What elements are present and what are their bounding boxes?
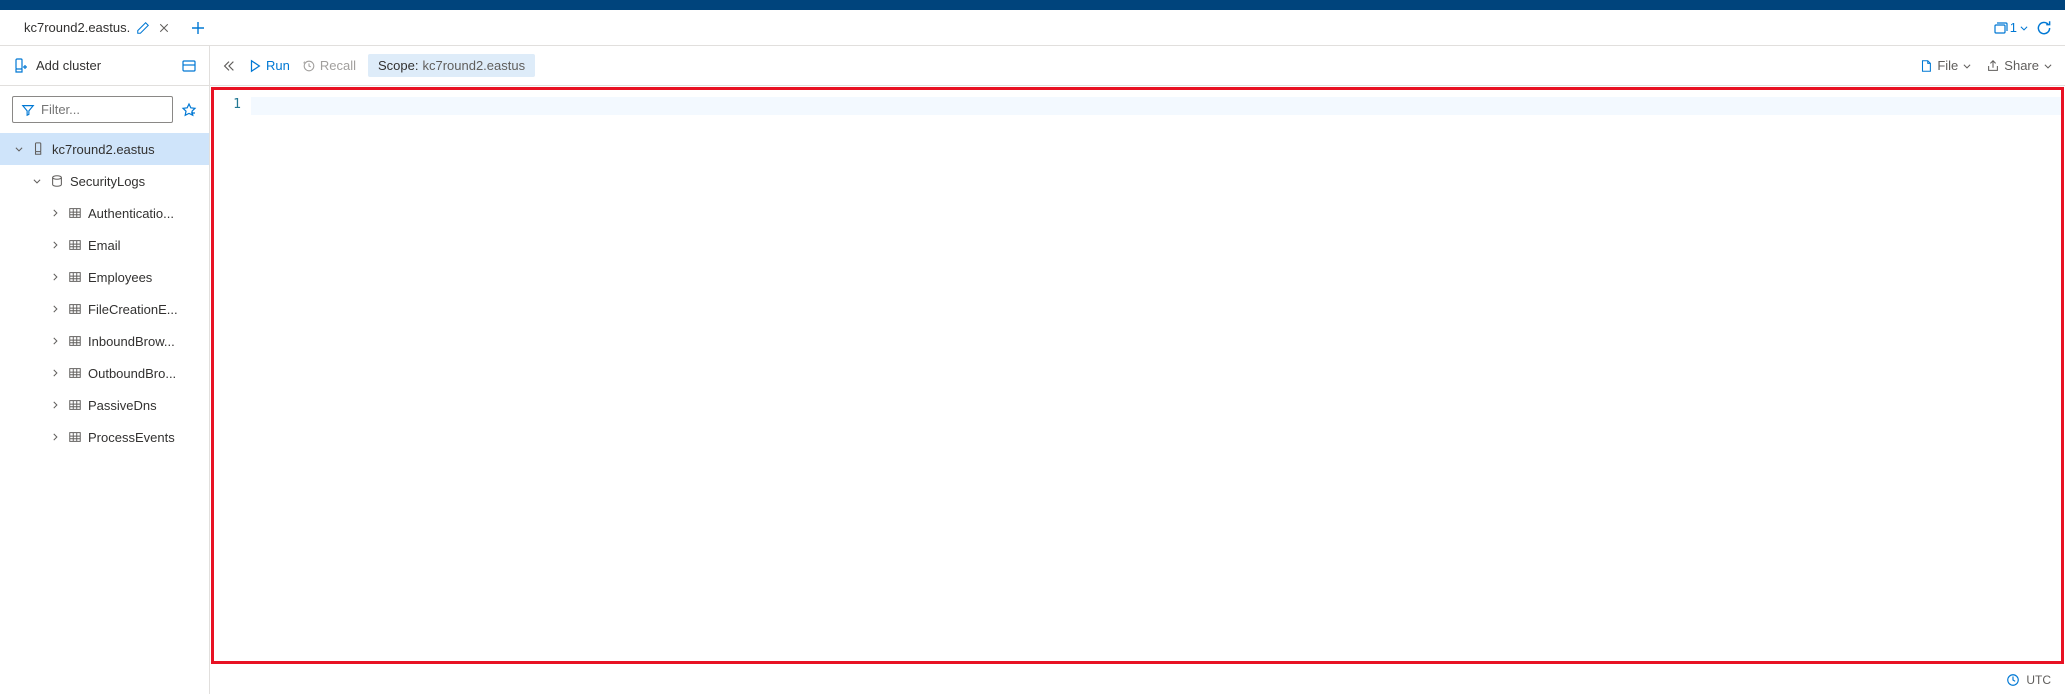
cluster-add-icon [12,58,28,74]
file-menu-button[interactable]: File [1919,58,1972,73]
filter-icon [21,103,35,117]
app-banner [0,0,2065,10]
database-icon [50,174,64,188]
tree-cluster-node[interactable]: kc7round2.eastus [0,133,209,165]
recall-button: Recall [302,58,356,73]
tabs-count-button[interactable]: 1 [1992,20,2029,36]
collapse-left-icon[interactable] [222,59,236,73]
query-toolbar: Run Recall Scope: kc7round2.eastus File … [210,46,2065,86]
tabs-count-label: 1 [2010,20,2017,35]
editor-wrap: 1 UTC [210,86,2065,694]
refresh-icon[interactable] [2035,19,2053,37]
sidebar: Add cluster kc7round2.eastus [0,46,210,694]
table-icon [68,366,82,380]
table-icon [68,334,82,348]
chevron-right-icon [48,272,62,282]
recall-icon [302,59,316,73]
favorite-icon[interactable] [181,102,197,118]
table-icon [68,270,82,284]
chevron-right-icon [48,400,62,410]
tree-node-label: SecurityLogs [70,174,145,189]
toolbar-right: File Share [1919,58,2053,73]
line-number: 1 [211,97,241,112]
tabs-icon [1992,20,2008,36]
chevron-down-icon [2019,23,2029,33]
run-button[interactable]: Run [248,58,290,73]
add-cluster-button[interactable]: Add cluster [12,58,173,74]
tree-node-label: OutboundBro... [88,366,176,381]
tree-node-label: FileCreationE... [88,302,178,317]
query-tab[interactable]: kc7round2.eastus. [16,10,180,45]
tree-table-node[interactable]: ProcessEvents [0,421,209,453]
tree-table-node[interactable]: OutboundBro... [0,357,209,389]
editor-gutter: 1 [211,87,251,664]
tree-table-node[interactable]: Authenticatio... [0,197,209,229]
content-area: Run Recall Scope: kc7round2.eastus File … [210,46,2065,694]
table-icon [68,238,82,252]
clock-icon [2006,673,2020,687]
chevron-right-icon [48,336,62,346]
cluster-icon [32,142,46,156]
tree-node-label: InboundBrow... [88,334,175,349]
tree-node-label: kc7round2.eastus [52,142,155,157]
connection-tree: kc7round2.eastus SecurityLogs Authentica… [0,133,209,694]
tab-bar-right: 1 [1992,19,2065,37]
timezone-label[interactable]: UTC [2026,673,2051,687]
scope-value: kc7round2.eastus [422,58,525,73]
play-icon [248,59,262,73]
close-icon[interactable] [156,20,172,36]
run-label: Run [266,58,290,73]
tree-table-node[interactable]: Email [0,229,209,261]
tree-table-node[interactable]: PassiveDns [0,389,209,421]
scope-selector[interactable]: Scope: kc7round2.eastus [368,54,535,77]
chevron-right-icon [48,432,62,442]
statusbar: UTC [1992,666,2065,694]
filter-text-field[interactable] [41,102,164,117]
chevron-down-icon [1962,61,1972,71]
panel-collapse-icon[interactable] [181,58,197,74]
chevron-down-icon [12,144,26,154]
new-tab-button[interactable] [184,14,212,42]
chevron-right-icon [48,208,62,218]
filter-row [0,86,209,133]
pencil-icon[interactable] [136,21,150,35]
tree-node-label: ProcessEvents [88,430,175,445]
table-icon [68,302,82,316]
chevron-right-icon [48,304,62,314]
filter-input[interactable] [12,96,173,123]
chevron-right-icon [48,368,62,378]
query-editor[interactable]: 1 [211,87,2064,664]
tree-database-node[interactable]: SecurityLogs [0,165,209,197]
tree-node-label: PassiveDns [88,398,157,413]
tree-table-node[interactable]: FileCreationE... [0,293,209,325]
tab-title: kc7round2.eastus. [24,20,130,35]
editor-line[interactable] [251,97,2064,115]
share-icon [1986,59,2000,73]
tab-bar: kc7round2.eastus. 1 [0,10,2065,46]
recall-label: Recall [320,58,356,73]
tree-node-label: Email [88,238,121,253]
tree-node-label: Authenticatio... [88,206,174,221]
file-icon [1919,59,1933,73]
editor-code-area[interactable] [251,87,2064,664]
table-icon [68,206,82,220]
chevron-down-icon [30,176,44,186]
share-menu-button[interactable]: Share [1986,58,2053,73]
sidebar-header: Add cluster [0,46,209,86]
add-cluster-label: Add cluster [36,58,101,73]
scope-label: Scope: [378,58,418,73]
chevron-down-icon [2043,61,2053,71]
tree-table-node[interactable]: Employees [0,261,209,293]
share-label: Share [2004,58,2039,73]
tree-table-node[interactable]: InboundBrow... [0,325,209,357]
table-icon [68,398,82,412]
chevron-right-icon [48,240,62,250]
tree-node-label: Employees [88,270,152,285]
file-label: File [1937,58,1958,73]
table-icon [68,430,82,444]
